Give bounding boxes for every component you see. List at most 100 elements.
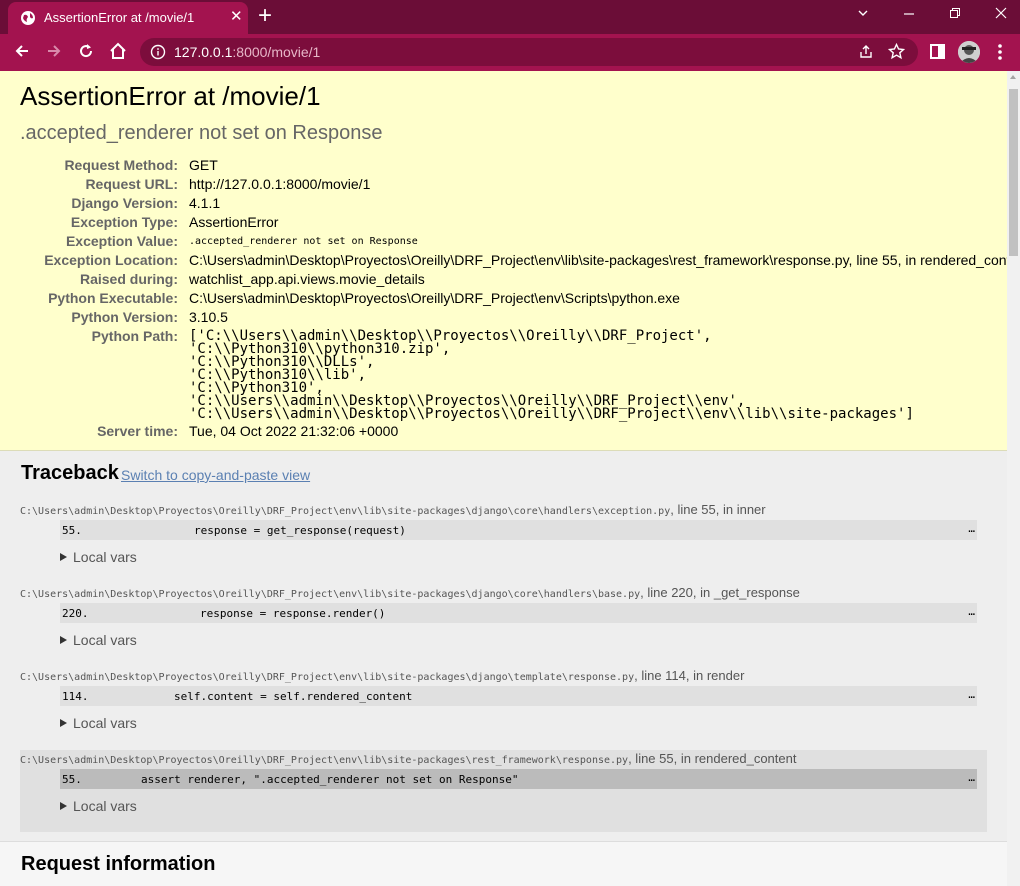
- globe-icon: [20, 10, 36, 31]
- page-content: AssertionError at /movie/1 .accepted_ren…: [0, 71, 1007, 886]
- meta-key: Server time:: [97, 423, 178, 439]
- frame-file: C:\Users\admin\Desktop\Proyectos\Oreilly…: [20, 506, 671, 517]
- local-vars-toggle[interactable]: Local vars: [60, 798, 137, 814]
- disclosure-triangle-icon: [60, 636, 67, 644]
- share-icon[interactable]: [858, 44, 874, 65]
- tab-search-icon[interactable]: [857, 6, 869, 22]
- frame-location: C:\Users\admin\Desktop\Proyectos\Oreilly…: [20, 501, 766, 519]
- meta-value: .accepted_renderer not set on Response: [189, 236, 418, 247]
- close-window-icon[interactable]: [995, 6, 1007, 22]
- frame-where: , line 220, in _get_response: [640, 585, 800, 600]
- code-text: self.content = self.rendered_content: [174, 690, 413, 703]
- tab-strip: AssertionError at /movie/1 ✕ +: [0, 0, 1020, 34]
- local-vars-toggle[interactable]: Local vars: [60, 549, 137, 565]
- traceback-frame: C:\Users\admin\Desktop\Proyectos\Oreilly…: [20, 667, 987, 742]
- forward-icon[interactable]: [45, 42, 63, 65]
- page-scrollbar[interactable]: [1007, 71, 1020, 886]
- tab-title: AssertionError at /movie/1: [44, 10, 195, 25]
- context-line[interactable]: 55. assert renderer, ".accepted_renderer…: [60, 769, 977, 789]
- frame-where: , line 55, in inner: [670, 502, 766, 517]
- address-bar[interactable]: 127.0.0.1:8000/movie/1: [140, 38, 918, 66]
- disclosure-triangle-icon: [60, 719, 67, 727]
- local-vars-label: Local vars: [73, 798, 137, 814]
- code-text: assert renderer, ".accepted_renderer not…: [141, 773, 519, 786]
- minimize-icon[interactable]: [903, 6, 915, 22]
- frame-location: C:\Users\admin\Desktop\Proyectos\Oreilly…: [20, 667, 744, 685]
- meta-value: 3.10.5: [189, 309, 228, 325]
- meta-value: C:\Users\admin\Desktop\Proyectos\Oreilly…: [189, 252, 1007, 268]
- local-vars-label: Local vars: [73, 632, 137, 648]
- request-information-heading: Request information: [21, 853, 216, 875]
- scroll-up-arrow-icon[interactable]: [1010, 75, 1016, 79]
- local-vars-toggle[interactable]: Local vars: [60, 632, 137, 648]
- meta-key: Django Version:: [71, 195, 178, 211]
- meta-value: http://127.0.0.1:8000/movie/1: [189, 176, 371, 192]
- url-host: 127.0.0.1: [174, 44, 233, 60]
- error-summary: AssertionError at /movie/1 .accepted_ren…: [0, 71, 1007, 451]
- meta-key: Exception Location:: [44, 252, 178, 268]
- menu-icon[interactable]: [997, 43, 1003, 64]
- meta-value: GET: [189, 157, 218, 173]
- traceback-section: Traceback Switch to copy-and-paste view …: [0, 451, 1007, 842]
- expand-context-icon[interactable]: …: [968, 522, 975, 535]
- frame-location: C:\Users\admin\Desktop\Proyectos\Oreilly…: [20, 750, 796, 768]
- restore-icon[interactable]: [949, 6, 961, 22]
- context-line[interactable]: 55. response = get_response(request) …: [60, 520, 977, 540]
- line-number: 220.: [62, 607, 89, 620]
- code-text: response = response.render(): [200, 607, 386, 620]
- meta-value: Tue, 04 Oct 2022 21:32:06 +0000: [189, 423, 399, 439]
- frame-where: , line 114, in render: [634, 668, 745, 683]
- line-number: 114.: [62, 690, 89, 703]
- meta-key: Request URL:: [85, 176, 178, 192]
- browser-tab[interactable]: AssertionError at /movie/1 ✕: [8, 2, 248, 34]
- local-vars-label: Local vars: [73, 715, 137, 731]
- meta-value: watchlist_app.api.views.movie_details: [189, 271, 425, 287]
- meta-key: Python Version:: [71, 309, 178, 325]
- expand-context-icon[interactable]: …: [968, 688, 975, 701]
- browser-toolbar: 127.0.0.1:8000/movie/1: [0, 34, 1020, 71]
- meta-key: Request Method:: [64, 157, 178, 173]
- frame-location: C:\Users\admin\Desktop\Proyectos\Oreilly…: [20, 584, 800, 602]
- meta-value: 4.1.1: [189, 195, 221, 211]
- reload-icon[interactable]: [77, 42, 95, 65]
- scrollbar-thumb[interactable]: [1009, 89, 1018, 256]
- line-number: 55.: [62, 524, 82, 537]
- new-tab-button[interactable]: +: [258, 4, 272, 28]
- disclosure-triangle-icon: [60, 553, 67, 561]
- traceback-title: Traceback: [21, 462, 119, 484]
- url-path: :8000/movie/1: [232, 44, 321, 60]
- traceback-frame: C:\Users\admin\Desktop\Proyectos\Oreilly…: [20, 584, 987, 659]
- traceback-frame: C:\Users\admin\Desktop\Proyectos\Oreilly…: [20, 501, 987, 576]
- local-vars-toggle[interactable]: Local vars: [60, 715, 137, 731]
- python-path-line: 'C:\\Users\\admin\\Desktop\\Proyectos\\O…: [189, 406, 914, 422]
- meta-value: AssertionError: [189, 214, 279, 230]
- back-icon[interactable]: [13, 42, 31, 65]
- meta-key: Python Path:: [91, 328, 178, 344]
- frame-file: C:\Users\admin\Desktop\Proyectos\Oreilly…: [20, 589, 641, 600]
- frame-where: , line 55, in rendered_content: [628, 751, 797, 766]
- disclosure-triangle-icon: [60, 802, 67, 810]
- copy-paste-view-link[interactable]: Switch to copy-and-paste view: [121, 467, 310, 483]
- line-number: 55.: [62, 773, 82, 786]
- home-icon[interactable]: [109, 42, 127, 65]
- local-vars-label: Local vars: [73, 549, 137, 565]
- frame-file: C:\Users\admin\Desktop\Proyectos\Oreilly…: [20, 672, 635, 683]
- meta-key: Exception Type:: [70, 214, 178, 230]
- meta-key: Exception Value:: [65, 233, 178, 249]
- expand-context-icon[interactable]: …: [968, 605, 975, 618]
- error-message: .accepted_renderer not set on Response: [20, 122, 383, 144]
- python-path-list: ['C:\\Users\\admin\\Desktop\\Proyectos\\…: [189, 329, 914, 422]
- bookmark-star-icon[interactable]: [887, 42, 906, 65]
- site-info-icon[interactable]: [150, 44, 166, 65]
- meta-value: C:\Users\admin\Desktop\Proyectos\Oreilly…: [189, 290, 680, 306]
- context-line[interactable]: 220. response = response.render() …: [60, 603, 977, 623]
- side-panel-icon[interactable]: [929, 43, 946, 65]
- meta-key: Python Executable:: [48, 290, 178, 306]
- code-text: response = get_response(request): [194, 524, 406, 537]
- frame-file: C:\Users\admin\Desktop\Proyectos\Oreilly…: [20, 755, 629, 766]
- profile-avatar[interactable]: [958, 41, 980, 63]
- error-title: AssertionError at /movie/1: [20, 81, 321, 111]
- close-tab-icon[interactable]: ✕: [230, 8, 243, 26]
- context-line[interactable]: 114. self.content = self.rendered_conten…: [60, 686, 977, 706]
- expand-context-icon[interactable]: …: [968, 771, 975, 784]
